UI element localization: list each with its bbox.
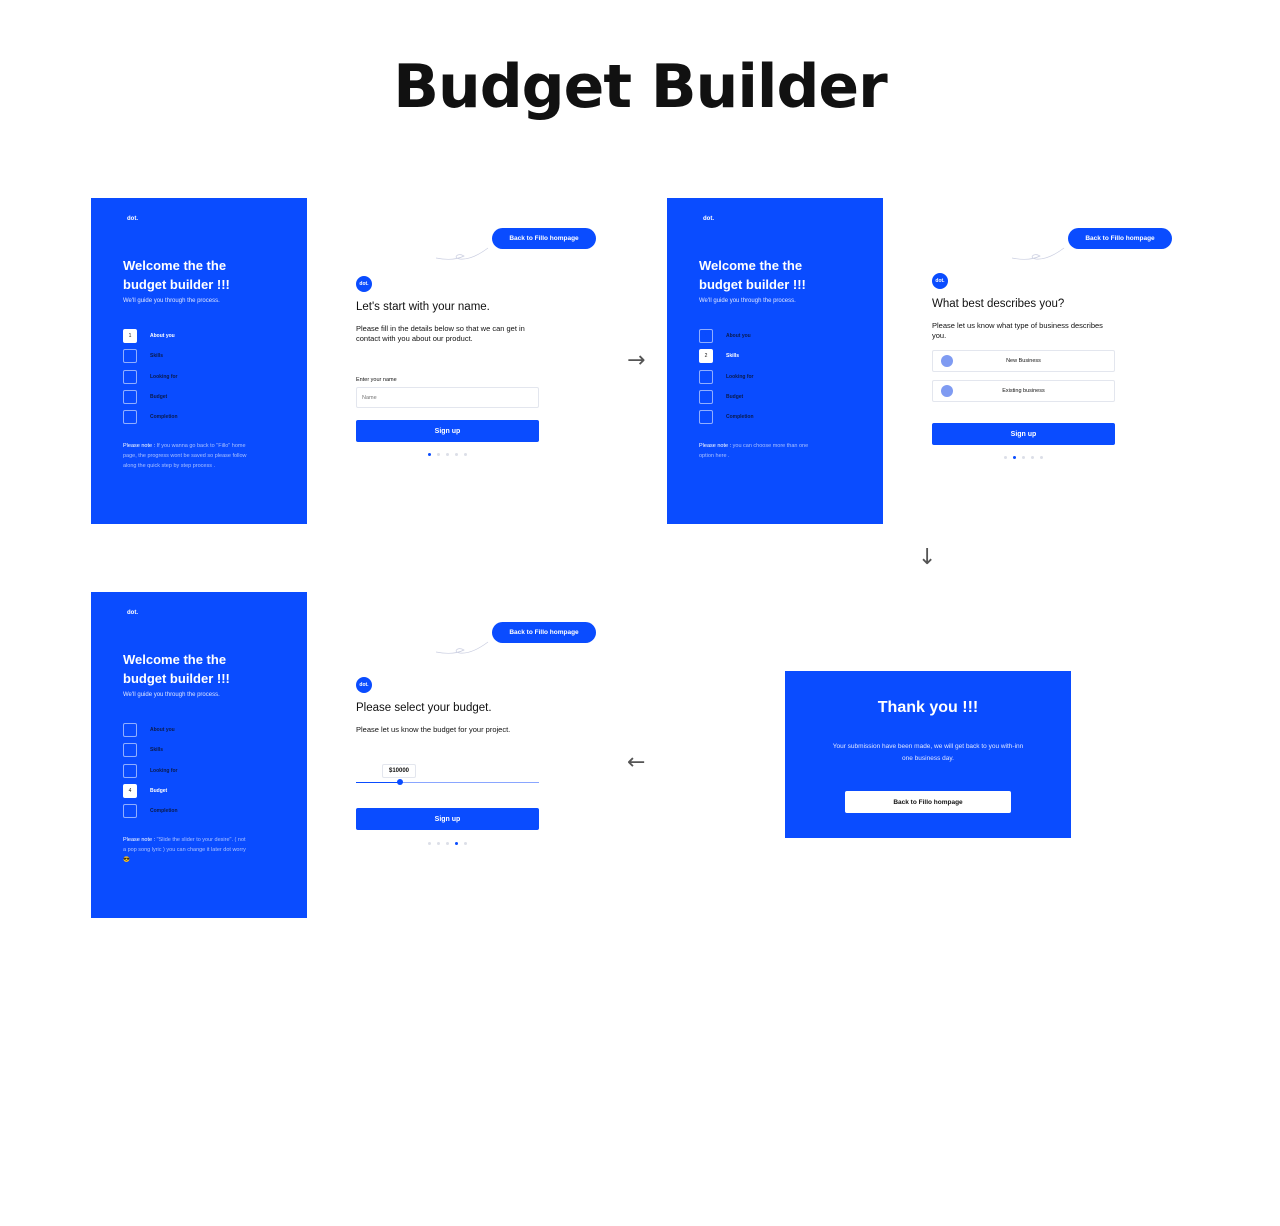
welcome-subtitle: We'll guide you through the process.	[699, 298, 796, 304]
step-item-completion[interactable]: 5 Completion	[123, 407, 178, 427]
arrow-down-icon: ↓	[918, 545, 937, 570]
arrow-right-icon: →	[627, 348, 646, 373]
welcome-title: Welcome the the budget builder !!!	[123, 258, 230, 292]
back-to-homepage-button[interactable]: Back to Fillo hompage	[492, 228, 596, 249]
step-pager	[428, 842, 467, 845]
form-heading: What best describes you?	[932, 298, 1065, 310]
side-panel-step-4: dot. Welcome the the budget builder !!! …	[91, 592, 307, 918]
page-title: Budget Builder	[393, 52, 887, 122]
back-to-homepage-button[interactable]: Back to Fillo hompage	[845, 791, 1011, 813]
form-panel-step-2: Back to Fillo hompage dot. What best des…	[932, 198, 1172, 524]
step-pager	[1004, 456, 1043, 459]
form-description: Please let us know what type of business…	[932, 321, 1103, 340]
option-existing-business[interactable]: Existing business	[932, 380, 1115, 402]
squiggle-decoration	[436, 247, 489, 260]
form-heading: Please select your budget.	[356, 702, 492, 714]
step-item-skills[interactable]: 2 Skills	[123, 346, 178, 366]
step-pager	[428, 453, 467, 456]
step-item-looking-for[interactable]: 3 Looking for	[699, 367, 754, 387]
step-item-budget[interactable]: 4 Budget	[699, 387, 754, 407]
thank-you-card: Thank you !!! Your submission have been …	[785, 671, 1071, 838]
form-panel-step-4: Back to Fillo hompage dot. Please select…	[356, 592, 596, 918]
step-list: 1 About you 2 Skills 3 Looking for 4 Budget …	[699, 326, 754, 427]
step-item-about-you[interactable]: 1 About you	[123, 720, 178, 740]
sign-up-button[interactable]: Sign up	[932, 423, 1115, 445]
dot-logo-icon: dot.	[932, 273, 948, 289]
step-item-about-you[interactable]: 1 About you	[123, 326, 178, 346]
step-item-completion[interactable]: 5 Completion	[699, 407, 754, 427]
step-list: 1 About you 2 Skills 3 Looking for 4 Budget …	[123, 326, 178, 427]
squiggle-decoration	[436, 641, 489, 654]
step-item-skills[interactable]: 2 Skills	[123, 740, 178, 760]
side-panel-step-2: dot. Welcome the the budget builder !!! …	[667, 198, 883, 524]
form-heading: Let's start with your name.	[356, 301, 490, 313]
step-item-completion[interactable]: 5 Completion	[123, 801, 178, 821]
option-new-business[interactable]: New Business	[932, 350, 1115, 372]
brand-logo: dot.	[127, 216, 138, 222]
form-description: Please fill in the details below so that…	[356, 324, 525, 343]
back-to-homepage-button[interactable]: Back to Fillo hompage	[492, 622, 596, 643]
radio-icon	[941, 355, 953, 367]
dot-logo-icon: dot.	[356, 677, 372, 693]
step-item-about-you[interactable]: 1 About you	[699, 326, 754, 346]
note-text: Please note : "Slide the slider to your …	[123, 837, 246, 863]
radio-icon	[941, 385, 953, 397]
step-item-looking-for[interactable]: 3 Looking for	[123, 367, 178, 387]
slider-value-tooltip: $10000	[382, 764, 417, 778]
dot-logo-icon: dot.	[356, 276, 372, 292]
thank-you-text: Your submission have been made, we will …	[832, 743, 1024, 762]
welcome-subtitle: We'll guide you through the process.	[123, 298, 220, 304]
step-item-budget[interactable]: 4 Budget	[123, 781, 178, 801]
welcome-title: Welcome the the budget builder !!!	[699, 258, 806, 292]
welcome-subtitle: We'll guide you through the process.	[123, 692, 220, 698]
name-field-label: Enter your name	[356, 377, 397, 383]
step-item-budget[interactable]: 4 Budget	[123, 387, 178, 407]
step-list: 1 About you 2 Skills 3 Looking for 4 Budget …	[123, 720, 178, 821]
squiggle-decoration	[1012, 247, 1065, 260]
note-text: Please note : If you wanna go back to "F…	[123, 443, 247, 469]
budget-slider-fill	[356, 782, 400, 783]
arrow-left-icon: ←	[627, 750, 646, 775]
brand-logo: dot.	[127, 610, 138, 616]
brand-logo: dot.	[703, 216, 714, 222]
note-text: Please note : you can choose more than o…	[699, 443, 809, 459]
form-description: Please let us know the budget for your p…	[356, 725, 511, 734]
thank-you-title: Thank you !!!	[877, 699, 979, 716]
back-to-homepage-button[interactable]: Back to Fillo hompage	[1068, 228, 1172, 249]
step-item-skills[interactable]: 2 Skills	[699, 346, 754, 366]
budget-slider-handle[interactable]	[397, 779, 403, 785]
form-panel-step-1: Back to Fillo hompage dot. Let's start w…	[356, 198, 596, 524]
name-input[interactable]	[356, 387, 539, 408]
sign-up-button[interactable]: Sign up	[356, 808, 539, 830]
welcome-title: Welcome the the budget builder !!!	[123, 652, 230, 686]
sign-up-button[interactable]: Sign up	[356, 420, 539, 442]
side-panel-step-1: dot. Welcome the the budget builder !!! …	[91, 198, 307, 524]
step-item-looking-for[interactable]: 3 Looking for	[123, 761, 178, 781]
